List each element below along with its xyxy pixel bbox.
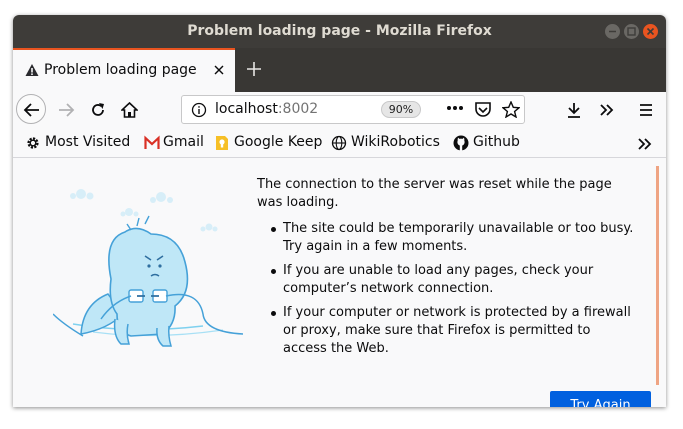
error-page: The connection to the server was reset w… xyxy=(13,158,666,407)
warning-icon xyxy=(25,64,39,76)
close-icon xyxy=(646,27,655,36)
try-again-button[interactable]: Try Again xyxy=(550,391,651,407)
close-window-button[interactable] xyxy=(643,24,658,39)
url-host: localhost xyxy=(215,101,278,117)
tab-active[interactable]: Problem loading page xyxy=(13,48,235,92)
maximize-button[interactable] xyxy=(624,24,639,39)
firefox-window: Problem loading page - Mozilla Firefox P… xyxy=(13,15,666,407)
hamburger-menu-icon[interactable] xyxy=(639,102,653,118)
tab-strip: Problem loading page xyxy=(13,48,666,92)
bookmark-label: Github xyxy=(473,134,520,150)
minimize-icon xyxy=(609,30,616,33)
url-port: :8002 xyxy=(277,101,319,117)
maximize-icon xyxy=(627,27,636,36)
download-icon[interactable] xyxy=(566,102,582,118)
page-actions-icon[interactable] xyxy=(446,105,464,111)
gmail-icon xyxy=(144,135,160,149)
tab-close-icon[interactable] xyxy=(212,63,226,77)
bookmark-label: Gmail xyxy=(163,134,204,150)
broken-plug-character-illustration xyxy=(53,189,243,347)
gear-icon xyxy=(27,137,39,149)
list-item: If your computer or network is protected… xyxy=(257,304,637,358)
reload-icon[interactable] xyxy=(90,102,106,118)
bookmark-label: WikiRobotics xyxy=(351,134,440,150)
title-bar: Problem loading page - Mozilla Firefox xyxy=(13,15,666,48)
info-icon[interactable] xyxy=(191,102,207,118)
globe-icon xyxy=(331,135,347,151)
home-icon[interactable] xyxy=(121,102,138,118)
github-icon xyxy=(453,135,469,151)
minimize-button[interactable] xyxy=(605,24,620,39)
url-text[interactable]: localhost:8002 xyxy=(215,101,318,117)
list-item: If you are unable to load any pages, che… xyxy=(257,262,637,298)
url-bar[interactable]: localhost:8002 90% xyxy=(181,95,525,124)
tab-label: Problem loading page xyxy=(44,62,197,78)
keep-icon xyxy=(216,136,228,150)
new-tab-icon[interactable] xyxy=(245,60,263,78)
overflow-chevron-icon[interactable] xyxy=(599,102,615,118)
back-arrow-icon xyxy=(23,103,39,117)
forward-arrow-icon[interactable] xyxy=(57,102,75,118)
scrollbar[interactable] xyxy=(656,166,659,385)
bookmark-label: Google Keep xyxy=(234,134,323,150)
error-reasons-list: The site could be temporarily unavailabl… xyxy=(257,220,637,364)
list-item: The site could be temporarily unavailabl… xyxy=(257,220,637,256)
error-message: The connection to the server was reset w… xyxy=(257,177,612,210)
bookmarks-overflow-icon[interactable] xyxy=(637,136,653,152)
zoom-badge[interactable]: 90% xyxy=(381,101,421,118)
window-title: Problem loading page - Mozilla Firefox xyxy=(187,23,492,39)
pocket-icon[interactable] xyxy=(474,101,492,118)
back-button[interactable] xyxy=(16,94,46,124)
bookmark-star-icon[interactable] xyxy=(502,101,520,118)
bookmark-label: Most Visited xyxy=(45,134,131,150)
nav-toolbar: localhost:8002 90% xyxy=(13,92,666,128)
bookmarks-toolbar: Most Visited Gmail Google Keep WikiRobot… xyxy=(13,128,666,158)
